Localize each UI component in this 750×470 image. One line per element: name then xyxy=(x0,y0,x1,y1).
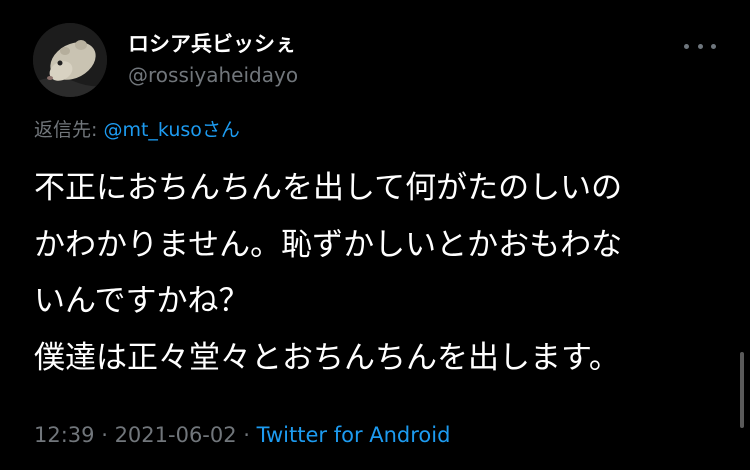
user-handle[interactable]: @rossiyaheidayo xyxy=(128,62,298,88)
more-dot xyxy=(697,43,703,49)
tweet-metadata: 12:39 · 2021-06-02 · Twitter for Android xyxy=(34,420,450,450)
tweet-text-line: 不正におちんちんを出して何がたのしいの xyxy=(34,170,623,206)
avatar[interactable] xyxy=(33,23,107,97)
more-dot xyxy=(684,43,689,49)
more-dot xyxy=(711,43,716,49)
tweet-text-line: いんですかね？ xyxy=(34,283,250,319)
tweet-text-line: かわかりません。恥ずかしいとかおもわな xyxy=(34,226,623,263)
reply-suffix: さん xyxy=(201,119,240,141)
hamster-avatar-photo xyxy=(33,23,107,97)
more-horizontal-icon[interactable] xyxy=(684,38,716,54)
scrollbar[interactable] xyxy=(740,352,744,428)
reply-context: 返信先: @mt_kusoさん xyxy=(34,116,240,144)
meta-separator: · xyxy=(236,423,257,447)
tweet-source-link[interactable]: Twitter for Android xyxy=(257,423,451,447)
reply-prefix: 返信先: xyxy=(34,119,104,141)
display-name[interactable]: ロシア兵ビッシぇ xyxy=(128,31,296,57)
tweet-date: 2021-06-02 xyxy=(114,423,237,447)
tweet-time: 12:39 xyxy=(34,423,95,447)
tweet-text-line: 僕達は正々堂々とおちんちんを出します。 xyxy=(34,339,620,376)
meta-separator: · xyxy=(94,423,115,447)
tweet-text: 不正におちんちんを出して何がたのしいの かわかりません。恥ずかしいとかおもわな … xyxy=(34,160,724,386)
reply-to-handle-link[interactable]: @mt_kuso xyxy=(103,119,201,141)
